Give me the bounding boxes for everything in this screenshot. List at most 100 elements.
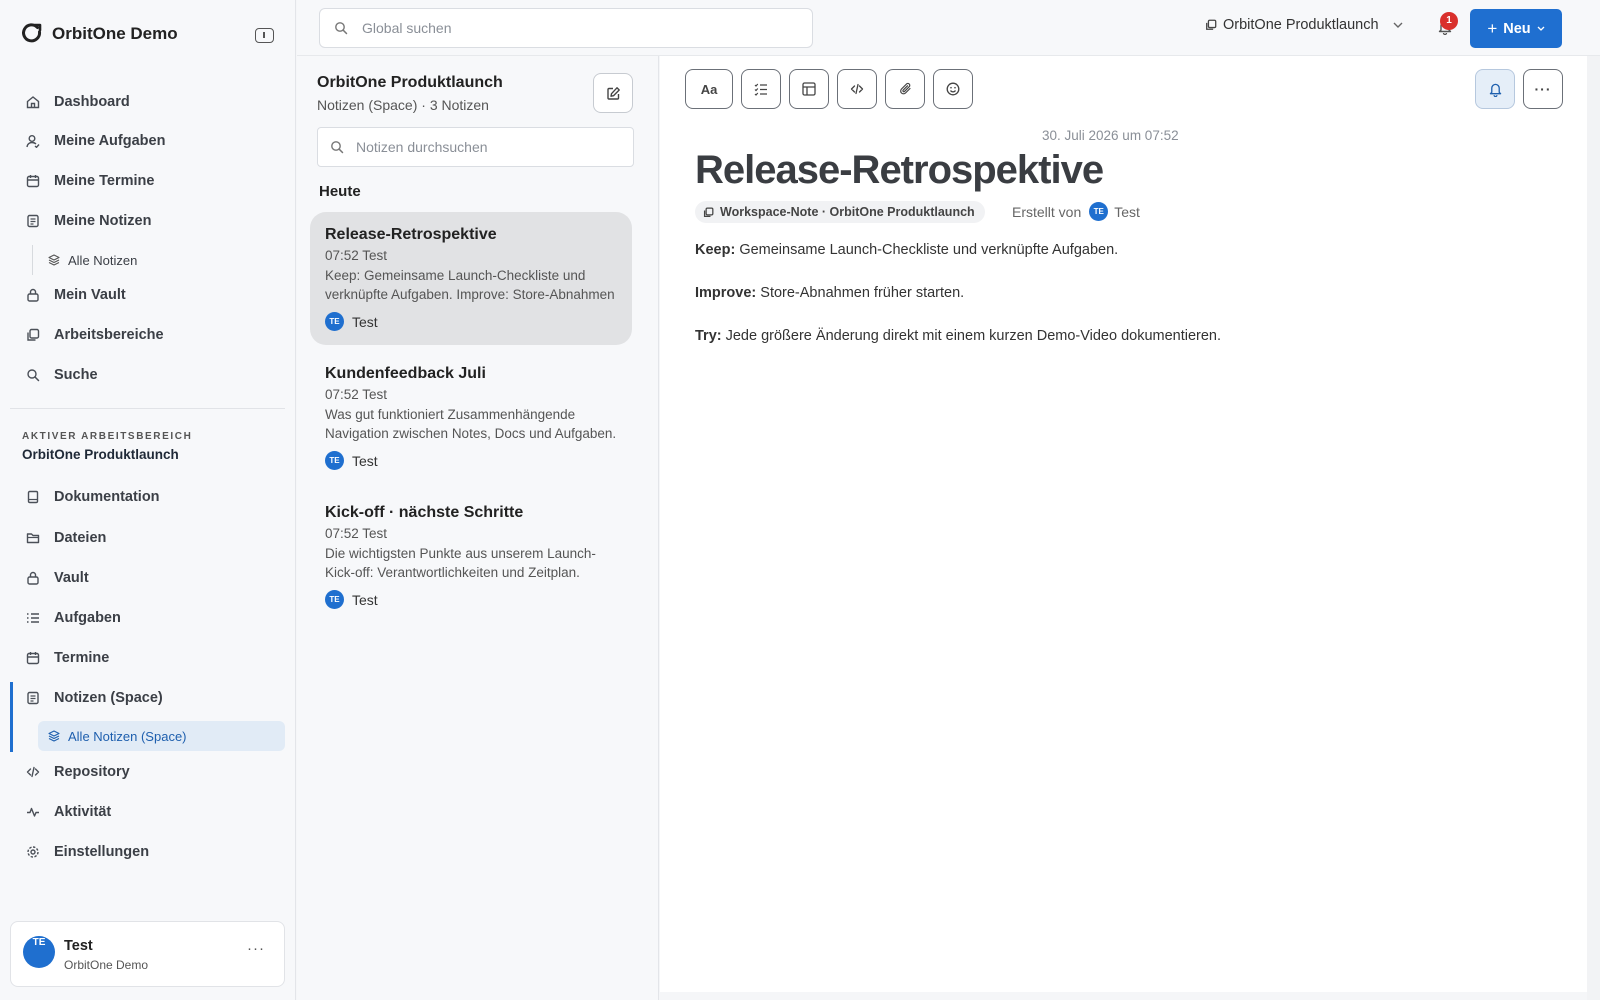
activity-icon [26, 805, 40, 819]
sidebar-subitem-alle-notizen[interactable]: Alle Notizen [38, 245, 285, 275]
note-snippet: Die wichtigsten Punkte aus unserem Launc… [325, 546, 596, 580]
search-icon [26, 368, 40, 382]
brand[interactable]: OrbitOne Demo [22, 22, 178, 46]
note-meta: 07:52 Test [325, 526, 388, 541]
sidebar: OrbitOne Demo Dashboard Meine Aufgaben M… [0, 0, 296, 1000]
note-title-heading[interactable]: Release-Retrospektive [695, 148, 1104, 193]
table-button[interactable] [789, 69, 829, 109]
gear-icon [26, 845, 40, 859]
note-meta: 07:52 Test [325, 248, 388, 263]
smiley-icon [946, 82, 960, 96]
search-icon [334, 21, 348, 35]
user-icon [26, 134, 40, 148]
paperclip-icon [899, 82, 912, 96]
spaces-icon [703, 207, 714, 218]
sidebar-item-label: Vault [54, 570, 89, 586]
note-paragraph[interactable]: Try: Jede größere Änderung direkt mit ei… [695, 328, 1221, 344]
sidebar-item-label: Dashboard [54, 94, 130, 110]
sidebar-item-dokumentation[interactable]: Dokumentation [16, 481, 286, 513]
text-style-button[interactable]: Aa [685, 69, 733, 109]
paragraph-label: Keep: [695, 242, 736, 258]
checklist-button[interactable] [741, 69, 781, 109]
note-author-name: Test [352, 313, 378, 330]
search-icon [330, 140, 344, 154]
note-list-item[interactable]: Kick-off · nächste Schritte 07:52 Test D… [310, 490, 632, 623]
note-list-item[interactable]: Release-Retrospektive 07:52 Test Keep: G… [310, 212, 632, 345]
note-list-item[interactable]: Kundenfeedback Juli 07:52 Test Was gut f… [310, 351, 632, 484]
sidebar-item-vault[interactable]: Vault [16, 562, 286, 594]
sidebar-item-aufgaben[interactable]: Aufgaben [16, 602, 286, 634]
sidebar-item-meine-termine[interactable]: Meine Termine [16, 165, 286, 197]
table-icon [802, 82, 816, 96]
note-title: Kundenfeedback Juli [325, 365, 486, 382]
calendar-icon [26, 651, 40, 665]
sidebar-divider [10, 408, 285, 409]
compose-icon [606, 86, 621, 101]
note-paragraph[interactable]: Keep: Gemeinsame Launch-Checkliste und v… [695, 242, 1118, 258]
emoji-button[interactable] [933, 69, 973, 109]
sidebar-item-notizen-space[interactable]: Notizen (Space) [16, 682, 286, 714]
workspace-note-chip-label: Workspace-Note · OrbitOne Produktlaunch [720, 205, 975, 219]
workspace-switcher-label: OrbitOne Produktlaunch [1223, 17, 1379, 33]
active-workspace-name: OrbitOne Produktlaunch [22, 447, 179, 462]
tasks-icon [26, 611, 40, 625]
note-editor: Aa ··· 30. Juli 2026 um 07:52 Release-Re… [660, 56, 1587, 992]
created-by-label: Erstellt von [1012, 203, 1082, 220]
global-search[interactable] [319, 8, 813, 48]
sidebar-item-label: Notizen (Space) [54, 690, 163, 706]
note-paragraph[interactable]: Improve: Store-Abnahmen früher starten. [695, 285, 964, 301]
more-icon: ··· [1534, 81, 1552, 97]
note-author: TE Test [325, 451, 617, 470]
attachment-button[interactable] [885, 69, 925, 109]
created-by-author: Test [1114, 203, 1140, 220]
sidebar-subitem-alle-notizen-space[interactable]: Alle Notizen (Space) [38, 721, 285, 751]
sidebar-collapse-icon[interactable] [255, 28, 274, 43]
notes-search[interactable] [317, 127, 634, 167]
topbar: OrbitOne Produktlaunch 1 + Neu [297, 0, 1600, 56]
workspace-note-chip[interactable]: Workspace-Note · OrbitOne Produktlaunch [695, 201, 985, 223]
sidebar-item-mein-vault[interactable]: Mein Vault [16, 279, 286, 311]
workspace-switcher[interactable]: OrbitOne Produktlaunch [1205, 17, 1403, 33]
chevron-down-icon [1537, 26, 1545, 31]
note-reminder-button[interactable] [1475, 69, 1515, 109]
sidebar-item-meine-notizen[interactable]: Meine Notizen [16, 205, 286, 237]
avatar: TE [325, 451, 344, 470]
notes-list-subtitle: Notizen (Space) · 3 Notizen [317, 97, 489, 113]
doc-icon [26, 490, 40, 504]
app-name: OrbitOne Demo [52, 24, 178, 43]
sidebar-item-aktivitaet[interactable]: Aktivität [16, 796, 286, 828]
calendar-icon [26, 174, 40, 188]
sidebar-item-repository[interactable]: Repository [16, 756, 286, 788]
avatar: TE [325, 312, 344, 331]
global-search-input[interactable] [362, 20, 742, 36]
editor-scrollbar[interactable] [1587, 56, 1600, 1000]
sidebar-item-suche[interactable]: Suche [16, 359, 286, 391]
active-section-indicator [10, 682, 13, 752]
note-author-name: Test [352, 452, 378, 469]
sidebar-item-label: Aufgaben [54, 610, 121, 626]
code-button[interactable] [837, 69, 877, 109]
sidebar-item-label: Dateien [54, 530, 107, 546]
bell-icon [1489, 82, 1502, 97]
spaces-icon [26, 328, 40, 342]
sidebar-item-label: Arbeitsbereiche [54, 327, 164, 343]
sidebar-item-dashboard[interactable]: Dashboard [16, 86, 286, 118]
paragraph-label: Try: [695, 328, 722, 344]
sidebar-item-arbeitsbereiche[interactable]: Arbeitsbereiche [16, 319, 286, 351]
sidebar-item-dateien[interactable]: Dateien [16, 522, 286, 554]
note-more-button[interactable]: ··· [1523, 69, 1563, 109]
new-note-button[interactable] [593, 73, 633, 113]
chevron-down-icon [1393, 22, 1403, 28]
note-author: TE Test [325, 590, 617, 609]
notes-search-input[interactable] [356, 139, 616, 155]
folder-icon [26, 531, 40, 545]
user-card[interactable]: TE Test OrbitOne Demo ··· [10, 921, 285, 987]
sidebar-item-meine-aufgaben[interactable]: Meine Aufgaben [16, 125, 286, 157]
sidebar-item-einstellungen[interactable]: Einstellungen [16, 836, 286, 868]
note-icon [26, 691, 40, 705]
sidebar-item-termine[interactable]: Termine [16, 642, 286, 674]
sidebar-item-label: Meine Aufgaben [54, 133, 166, 149]
user-org: OrbitOne Demo [64, 958, 149, 972]
user-menu-more-icon[interactable]: ··· [247, 940, 265, 957]
new-button[interactable]: + Neu [1470, 9, 1562, 48]
